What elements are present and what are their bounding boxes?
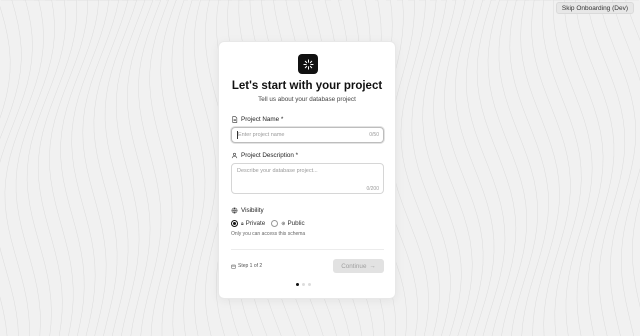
- divider: [231, 249, 384, 250]
- progress-dot: [296, 283, 299, 286]
- project-description-label: Project Description *: [231, 152, 298, 159]
- project-name-label: Project Name *: [231, 116, 283, 123]
- arrow-right-icon: →: [369, 262, 376, 270]
- background-wave-line: [586, 0, 626, 336]
- document-icon: [232, 116, 238, 123]
- visibility-label-text: Visibility: [241, 207, 264, 214]
- progress-dots: [296, 283, 311, 286]
- background-wave-line: [71, 0, 110, 336]
- background-wave-line: [520, 0, 560, 336]
- visibility-label: Visibility: [231, 207, 264, 214]
- project-description-label-text: Project Description *: [241, 152, 299, 159]
- background-wave-line: [531, 0, 571, 336]
- background-wave-line: [422, 0, 462, 336]
- calendar-icon: [231, 264, 236, 269]
- sparkle-icon: [298, 54, 318, 74]
- background-wave-line: [455, 0, 495, 336]
- background-wave-line: [104, 0, 137, 336]
- background-wave-line: [625, 0, 640, 308]
- background-wave-line: [0, 5, 11, 119]
- background-wave-line: [509, 0, 549, 336]
- continue-button[interactable]: Continue →: [333, 259, 384, 273]
- user-icon: [231, 152, 238, 159]
- visibility-hint: Only you can access this schema: [231, 231, 306, 237]
- onboarding-card: Let's start with your project Tell us ab…: [218, 41, 396, 299]
- private-radio[interactable]: [231, 220, 238, 227]
- project-description-counter: 0/200: [366, 186, 379, 192]
- page-title: Let's start with your project: [231, 80, 383, 92]
- project-name-label-text: Project Name *: [241, 116, 284, 123]
- globe-icon: ⊕: [281, 220, 286, 227]
- background-wave-line: [26, 0, 66, 336]
- step-text: Step 1 of 2: [238, 263, 263, 269]
- background-wave-line: [0, 0, 22, 336]
- visibility-radio-group: 🔒︎ Private ⊕ Public: [231, 220, 311, 227]
- project-name-counter: 0/50: [369, 132, 379, 138]
- background-wave-line: [160, 0, 184, 336]
- globe-icon: [231, 207, 238, 214]
- page-subtitle: Tell us about your database project: [258, 96, 356, 103]
- continue-label: Continue: [341, 262, 367, 270]
- background-wave-line: [563, 0, 604, 336]
- lock-icon: 🔒︎: [241, 220, 244, 227]
- background-wave-line: [400, 0, 440, 336]
- project-description-textarea[interactable]: Describe your database project... 0/200: [231, 163, 384, 194]
- background-wave-line: [93, 0, 129, 336]
- progress-dot: [302, 283, 305, 286]
- public-label: Public: [287, 220, 305, 227]
- progress-dot: [308, 283, 311, 286]
- background-wave-line: [4, 0, 44, 336]
- background-wave-line: [498, 0, 538, 336]
- background-wave-line: [127, 0, 154, 336]
- background-wave-line: [37, 0, 78, 336]
- project-name-input[interactable]: Enter project name 0/50: [231, 127, 384, 143]
- background-wave-line: [193, 0, 217, 336]
- text-caret: [237, 131, 238, 139]
- step-indicator: Step 1 of 2: [231, 263, 262, 269]
- project-description-placeholder: Describe your database project...: [237, 168, 318, 174]
- background-wave-line: [487, 0, 527, 336]
- background-wave-line: [182, 0, 206, 336]
- visibility-option-public[interactable]: ⊕ Public: [271, 220, 305, 227]
- visibility-option-private[interactable]: 🔒︎ Private: [231, 220, 265, 227]
- background-wave-line: [599, 0, 637, 336]
- project-name-placeholder: Enter project name: [238, 132, 285, 138]
- private-label: Private: [245, 220, 266, 227]
- background-wave-line: [115, 0, 146, 336]
- public-radio[interactable]: [271, 220, 279, 227]
- background-wave-line: [15, 0, 55, 336]
- background-wave-line: [149, 0, 173, 336]
- skip-onboarding-button[interactable]: Skip Onboarding (Dev): [555, 2, 634, 14]
- background-wave-line: [49, 0, 89, 336]
